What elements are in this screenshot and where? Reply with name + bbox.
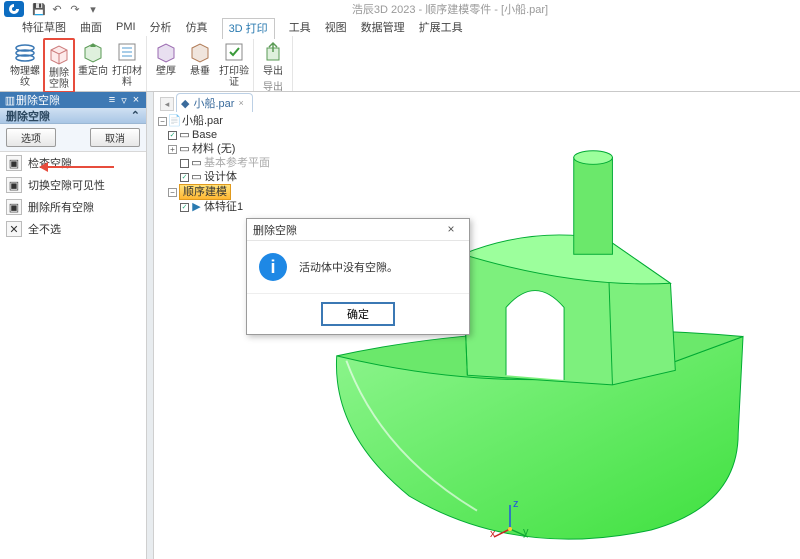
export-icon — [260, 39, 286, 65]
dialog-titlebar[interactable]: 删除空隙 × — [247, 219, 469, 241]
ribbon-group-validate: 壁厚 悬垂 打印验证 验证 — [147, 36, 254, 91]
part-icon: ◆ — [181, 97, 189, 110]
tab-pmi[interactable]: PMI — [116, 21, 136, 33]
chevron-up-icon: ⌃ — [131, 109, 140, 122]
panel-pin-icon[interactable]: ▿ — [118, 94, 130, 107]
physical-thread-button[interactable]: 物理螺纹 — [9, 38, 41, 93]
viewport-3d[interactable] — [154, 114, 800, 559]
print-validate-button[interactable]: 打印验证 — [218, 38, 250, 89]
dialog-message: 活动体中没有空隙。 — [299, 259, 398, 275]
annotation-arrow — [42, 166, 114, 168]
ribbon: 物理螺纹 删除空隙 重定向 打印材料 准备 壁厚 — [0, 36, 800, 92]
material-icon — [114, 39, 140, 65]
reorient-icon — [80, 39, 106, 65]
list-item-deselect[interactable]: ✕全不选 — [0, 218, 146, 240]
tab-label: 小船.par — [193, 95, 234, 111]
command-panel: ▥ 删除空隙 ≡ ▿ × 删除空隙 ⌃ 选项 取消 ▣检查空隙 ▣切换空隙可见性… — [0, 92, 146, 559]
wall-thickness-button[interactable]: 壁厚 — [150, 38, 182, 89]
document-tab[interactable]: ◆ 小船.par × — [176, 93, 253, 112]
cube-void-icon — [46, 41, 72, 67]
tab-view[interactable]: 视图 — [325, 19, 347, 35]
tab-close-icon[interactable]: × — [238, 98, 243, 108]
list-item-check-voids[interactable]: ▣检查空隙 — [0, 152, 146, 174]
qat-dropdown-icon[interactable]: ▾ — [86, 2, 100, 16]
info-icon: i — [259, 253, 287, 281]
panel-menu-icon[interactable]: ≡ — [106, 94, 118, 106]
panel-header-icon: ▥ — [4, 94, 16, 107]
cancel-button[interactable]: 取消 — [90, 128, 140, 147]
window-title: 浩辰3D 2023 - 顺序建模零件 - [小船.par] — [100, 1, 800, 17]
document-tabbar: ◂ ◆ 小船.par × — [154, 92, 800, 112]
dialog-title: 删除空隙 — [253, 222, 297, 238]
tab-3dprint[interactable]: 3D 打印 — [222, 18, 275, 39]
tab-sim[interactable]: 仿真 — [186, 19, 208, 35]
tab-sketch[interactable]: 特征草图 — [22, 19, 66, 35]
panel-sub-title: 删除空隙 — [6, 108, 50, 124]
options-button[interactable]: 选项 — [6, 128, 56, 147]
overhang-icon — [187, 39, 213, 65]
title-bar: 💾 ↶ ↷ ▾ 浩辰3D 2023 - 顺序建模零件 - [小船.par] — [0, 0, 800, 18]
dialog-close-icon[interactable]: × — [439, 222, 463, 238]
wall-icon — [153, 39, 179, 65]
list-item-delete-all[interactable]: ▣删除所有空隙 — [0, 196, 146, 218]
y-label: y — [523, 526, 529, 538]
validate-icon — [221, 39, 247, 65]
tab-tools[interactable]: 工具 — [289, 19, 311, 35]
undo-icon[interactable]: ↶ — [50, 2, 64, 16]
redo-icon[interactable]: ↷ — [68, 2, 82, 16]
thread-icon — [12, 39, 38, 65]
tab-data[interactable]: 数据管理 — [361, 19, 405, 35]
docking-gutter[interactable] — [146, 92, 154, 559]
tab-surface[interactable]: 曲面 — [80, 19, 102, 35]
dialog-ok-button[interactable]: 确定 — [321, 302, 395, 326]
app-logo — [4, 1, 24, 17]
list-item-toggle-vis[interactable]: ▣切换空隙可见性 — [0, 174, 146, 196]
panel-header: ▥ 删除空隙 ≡ ▿ × — [0, 92, 146, 108]
axis-triad: z y x — [490, 499, 530, 539]
cube-icon: ▣ — [6, 155, 22, 171]
tab-ext[interactable]: 扩展工具 — [419, 19, 463, 35]
quick-access-toolbar: 💾 ↶ ↷ ▾ — [32, 2, 100, 16]
ribbon-tabs: 特征草图 曲面 PMI 分析 仿真 3D 打印 工具 视图 数据管理 扩展工具 — [0, 18, 800, 36]
tab-nav-left[interactable]: ◂ — [160, 97, 174, 111]
eye-icon: ▣ — [6, 177, 22, 193]
save-icon[interactable]: 💾 — [32, 2, 46, 16]
delete-voids-button[interactable]: 删除空隙 — [43, 38, 75, 93]
export-button[interactable]: 导出 — [257, 38, 289, 78]
overhang-button[interactable]: 悬垂 — [184, 38, 216, 89]
tab-analyze[interactable]: 分析 — [150, 19, 172, 35]
x-icon: ✕ — [6, 221, 22, 237]
panel-header-title: 删除空隙 — [16, 92, 60, 108]
delete-icon: ▣ — [6, 199, 22, 215]
panel-close-icon[interactable]: × — [130, 94, 142, 106]
panel-button-row: 选项 取消 — [0, 124, 146, 152]
x-label: x — [490, 528, 496, 539]
z-label: z — [513, 499, 519, 510]
reorient-button[interactable]: 重定向 — [77, 38, 109, 93]
panel-subheader[interactable]: 删除空隙 ⌃ — [0, 108, 146, 124]
ribbon-group-prepare: 物理螺纹 删除空隙 重定向 打印材料 准备 — [6, 36, 147, 91]
print-material-button[interactable]: 打印材料 — [111, 38, 143, 93]
message-dialog: 删除空隙 × i 活动体中没有空隙。 确定 — [246, 218, 470, 335]
ribbon-group-export: 导出 导出 — [254, 36, 293, 91]
